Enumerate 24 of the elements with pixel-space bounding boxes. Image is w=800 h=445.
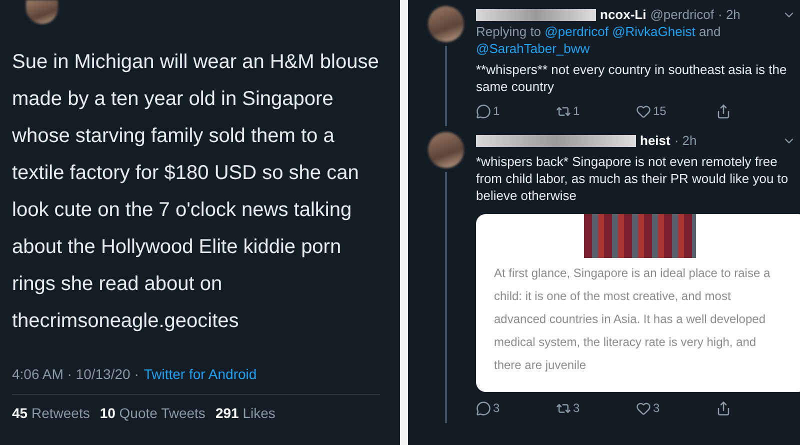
user-handle: @perdricof [650,6,714,23]
user-name: heist [640,132,670,149]
action-count: 3 [653,400,660,417]
tweet-timestamp: 4:06 AM · 10/13/20 · [12,366,139,382]
user-name: ncox-Li [600,6,646,23]
engagement-stat[interactable]: 45 Retweets [12,405,90,421]
action-count: 15 [653,103,666,120]
mention-link[interactable]: @RivkaGheist [612,24,696,39]
tweet-text: Sue in Michigan will wear an H&M blouse made by a ten year old in Singapore whose starving family sold them to a textile factory for $180 USD so she can look cute on the 7 o'clock news talking about the Hollywood Elite kiddie porn rings she read about on thecrimsoneagle.geocites [12,50,380,334]
source-link[interactable]: Twitter for Android [144,366,257,382]
reply-text: *whispers back* Singapore is not even remotely free from child labor, as much as their PR would like you to believe otherwise [476,153,790,204]
tweet-time: · 2h [674,132,697,149]
engagement-stat[interactable]: 291 Likes [215,405,276,421]
action-count: 1 [573,103,580,120]
engagement-stat[interactable]: 10 Quote Tweets [100,405,206,421]
replying-to-text: Replying to @perdricof @RivkaGheist and @SarahTaber_bww [476,23,722,57]
mention-link[interactable]: @SarahTaber_bww [476,41,590,56]
reply-text: **whispers** not every country in southeast asia is the same country [476,61,788,95]
tweet-time: · 2h [718,6,740,23]
action-count: 1 [493,103,500,120]
action-count: 3 [573,400,580,417]
mention-link[interactable]: @perdricof [544,24,608,39]
card-text: At first glance, Singapore is an ideal place to raise a child: it is one of the most creative, and most advanced countries in Asia. It has a well developed medical system, the literacy rate is very high, and there are juvenile [494,265,772,374]
action-count: 3 [493,400,500,417]
